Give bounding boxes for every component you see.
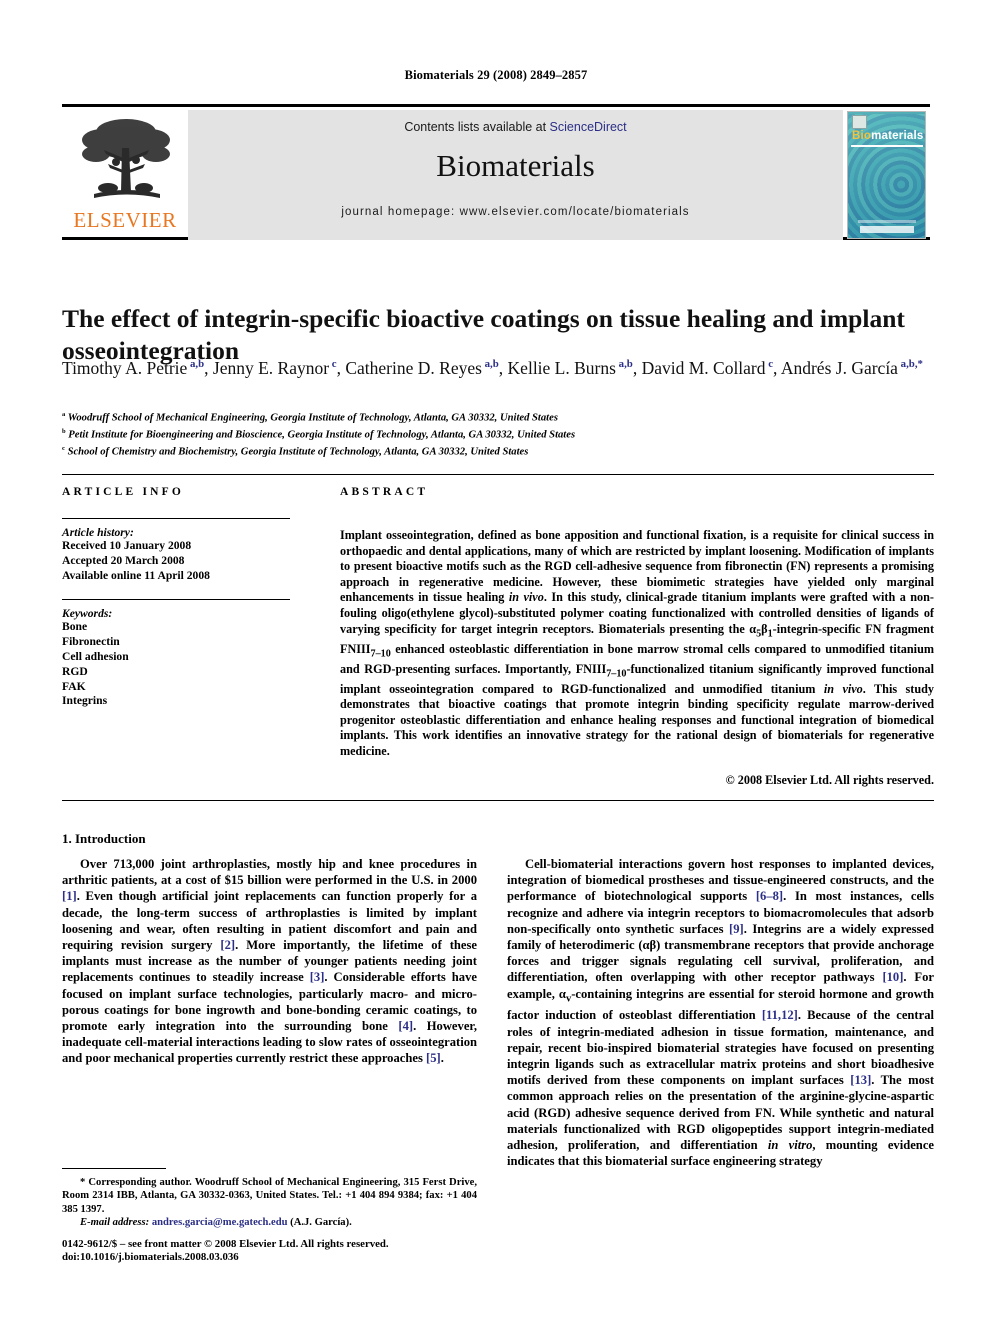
elsevier-logo: ELSEVIER bbox=[66, 112, 184, 240]
keywords-block: Keywords: Bone Fibronectin Cell adhesion RG… bbox=[62, 599, 310, 709]
article-history-rule bbox=[62, 518, 290, 519]
citation-ref[interactable]: [2] bbox=[220, 938, 235, 952]
affiliation-list: a Woodruff School of Mechanical Engineer… bbox=[62, 408, 934, 459]
author-affiliation-mark: a,b bbox=[187, 358, 205, 370]
author-name: Jenny E. Raynor bbox=[212, 357, 330, 378]
citation-ref[interactable]: [3] bbox=[310, 970, 325, 984]
journal-article-page: Biomaterials 29 (2008) 2849–2857 ELSEVIE… bbox=[0, 0, 992, 1323]
keyword-item: Fibronectin bbox=[62, 635, 120, 649]
email-link[interactable]: andres.garcia@me.gatech.edu bbox=[152, 1217, 288, 1228]
cover-publisher-logo-icon bbox=[852, 115, 867, 129]
contents-prefix: Contents lists available at bbox=[404, 120, 550, 134]
author-name: Kellie L. Burns bbox=[507, 357, 616, 378]
info-abstract-bottom-rule bbox=[62, 800, 934, 801]
email-suffix: (A.J. García). bbox=[290, 1217, 352, 1229]
author-name: David M. Collard bbox=[641, 357, 766, 378]
cover-title-materials: materials bbox=[871, 130, 924, 142]
elsevier-wordmark: ELSEVIER bbox=[73, 208, 177, 232]
bottom-matter: 0142-9612/$ – see front matter © 2008 El… bbox=[62, 1238, 562, 1265]
masthead-band: Contents lists available at ScienceDirec… bbox=[188, 110, 843, 240]
keyword-lines: Bone Fibronectin Cell adhesion RGD FAK Integr… bbox=[62, 620, 310, 709]
article-history-line: Received 10 January 2008 bbox=[62, 539, 192, 552]
abstract-copyright: © 2008 Elsevier Ltd. All rights reserved… bbox=[725, 772, 934, 787]
keywords-rule bbox=[62, 599, 290, 601]
author-name: Catherine D. Reyes bbox=[345, 357, 482, 378]
affiliation-line: a Woodruff School of Mechanical Engineer… bbox=[62, 411, 558, 424]
cover-footer-badge bbox=[860, 226, 914, 233]
citation-ref[interactable]: [6–8] bbox=[756, 889, 783, 903]
cover-footer-line bbox=[858, 220, 916, 223]
article-history-lines: Received 10 January 2008 Accepted 20 Marc… bbox=[62, 539, 310, 583]
keyword-item: Cell adhesion bbox=[62, 649, 129, 663]
author-affiliation-mark: a,b bbox=[615, 358, 633, 370]
citation-ref[interactable]: [11,12] bbox=[762, 1008, 798, 1022]
citation-ref[interactable]: [10] bbox=[882, 970, 903, 984]
journal-title: Biomaterials bbox=[436, 148, 595, 183]
citation-ref[interactable]: [9] bbox=[729, 922, 744, 936]
abstract-header: ABSTRACT bbox=[340, 486, 429, 498]
affiliation-mark: a bbox=[62, 411, 66, 418]
journal-masthead: ELSEVIER Contents lists available at Sci… bbox=[62, 104, 930, 240]
keyword-item: RGD bbox=[62, 664, 88, 678]
article-history-line: Available online 11 April 2008 bbox=[62, 568, 210, 582]
affiliation-mark: b bbox=[62, 428, 66, 436]
doi-line[interactable]: doi:10.1016/j.biomaterials.2008.03.036 bbox=[62, 1251, 562, 1264]
affiliation-line: c School of Chemistry and Biochemistry, … bbox=[62, 445, 529, 458]
footnote-block: * Corresponding author. Woodruff School … bbox=[62, 1176, 477, 1230]
keywords-label: Keywords: bbox=[62, 607, 113, 621]
keyword-item: Integrins bbox=[62, 694, 108, 708]
author-affiliation-mark: c bbox=[329, 358, 337, 370]
sciencedirect-link[interactable]: ScienceDirect bbox=[550, 120, 627, 134]
cover-divider bbox=[851, 145, 923, 147]
journal-cover-thumbnail: Biomaterials bbox=[847, 111, 926, 239]
abstract-text: Implant osseointegration, defined as bon… bbox=[340, 528, 935, 759]
elsevier-tree-icon bbox=[82, 119, 170, 198]
citation-ref[interactable]: [1] bbox=[62, 889, 77, 903]
running-head: Biomaterials 29 (2008) 2849–2857 bbox=[404, 68, 588, 82]
body-column-right: Cell-biomaterial interactions govern hos… bbox=[507, 856, 934, 1169]
email-label: E-mail address: bbox=[80, 1217, 150, 1229]
author-affiliation-mark: c bbox=[765, 358, 774, 370]
intro-paragraph-right: Cell-biomaterial interactions govern hos… bbox=[507, 857, 935, 1169]
corresponding-author-note: * Corresponding author. Woodruff School … bbox=[62, 1177, 477, 1215]
keyword-item: Bone bbox=[62, 620, 88, 634]
author-name: Andrés J. García bbox=[780, 357, 898, 378]
keyword-item: FAK bbox=[62, 679, 86, 693]
cover-title: Biomaterials bbox=[852, 130, 923, 142]
cover-title-bio: Bio bbox=[852, 130, 872, 142]
affiliation-line: b Petit Institute for Bioengineering and… bbox=[62, 428, 576, 441]
citation-ref[interactable]: [13] bbox=[850, 1073, 871, 1087]
author-affiliation-mark: a,b,* bbox=[897, 358, 923, 370]
article-info-column: Article history: Received 10 January 200… bbox=[62, 518, 310, 709]
abstract-column: Implant osseointegration, defined as bon… bbox=[340, 528, 934, 788]
affiliation-mark: c bbox=[62, 445, 65, 453]
body-column-left: Over 713,000 joint arthroplasties, mostl… bbox=[62, 856, 477, 1067]
contents-available-line: Contents lists available at ScienceDirec… bbox=[188, 120, 843, 134]
author-list: Timothy A. Petrie a,b, Jenny E. Raynor c… bbox=[62, 357, 923, 378]
article-info-header: ARTICLE INFO bbox=[62, 486, 185, 498]
citation-ref[interactable]: [4] bbox=[398, 1019, 413, 1033]
info-abstract-top-rule bbox=[62, 474, 934, 475]
article-history-label: Article history: bbox=[62, 526, 134, 539]
email-note: E-mail address: andres.garcia@me.gatech.… bbox=[62, 1216, 477, 1229]
intro-paragraph-left: Over 713,000 joint arthroplasties, mostl… bbox=[62, 857, 477, 1066]
section-heading-introduction: 1. Introduction bbox=[62, 830, 146, 846]
journal-homepage-line[interactable]: journal homepage: www.elsevier.com/locat… bbox=[188, 206, 843, 218]
citation-ref[interactable]: [5] bbox=[426, 1051, 441, 1065]
author-affiliation-mark: a,b bbox=[481, 358, 499, 370]
footnote-divider bbox=[62, 1168, 166, 1169]
author-name: Timothy A. Petrie bbox=[62, 357, 188, 378]
issn-line: 0142-9612/$ – see front matter © 2008 El… bbox=[62, 1238, 389, 1250]
article-history-line: Accepted 20 March 2008 bbox=[62, 553, 185, 567]
